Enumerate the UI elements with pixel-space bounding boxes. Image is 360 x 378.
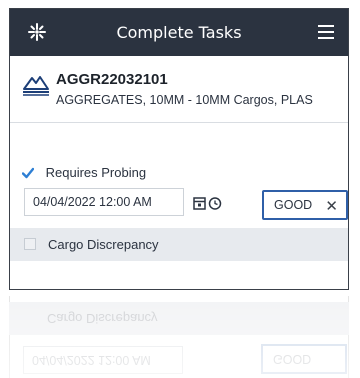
mountain-icon: [23, 76, 49, 96]
probe-datetime-input[interactable]: 04/04/2022 12:00 AM: [24, 188, 184, 216]
reflection-datetime: 04/04/2022 12:00 AM: [23, 346, 183, 374]
cargo-discrepancy-label: Cargo Discrepancy: [48, 237, 159, 252]
reflection-result: GOOD: [261, 344, 347, 374]
close-icon[interactable]: ✕: [325, 197, 338, 215]
clock-icon: [208, 197, 222, 210]
cargo-discrepancy-checkbox[interactable]: [24, 238, 36, 250]
datetime-picker-icons[interactable]: [193, 195, 229, 211]
complete-tasks-panel: Complete Tasks AGGR22032101 AGGREGATES, …: [9, 8, 349, 290]
panel-reflection: Cargo Discrepancy 04/04/2022 12:00 AM GO…: [9, 296, 349, 378]
item-code: AGGR22032101: [56, 71, 168, 88]
checkmark-icon[interactable]: [22, 167, 34, 179]
page-title: Complete Tasks: [116, 23, 242, 42]
probe-result-value: GOOD: [274, 198, 313, 212]
item-description: AGGREGATES, 10MM - 10MM Cargos, PLAS: [56, 93, 313, 107]
reflection-cargo-label: Cargo Discrepancy: [47, 311, 158, 326]
cargo-discrepancy-row[interactable]: Cargo Discrepancy: [10, 228, 348, 261]
item-info: AGGR22032101 AGGREGATES, 10MM - 10MM Car…: [10, 56, 348, 123]
header-bar: Complete Tasks: [10, 9, 348, 56]
reflection-cargo-row: Cargo Discrepancy: [9, 302, 349, 335]
probe-result-input[interactable]: GOOD ✕: [262, 190, 348, 220]
calendar-icon: [193, 197, 206, 210]
requires-probing-row[interactable]: Requires Probing: [22, 165, 146, 185]
requires-probing-label: Requires Probing: [45, 165, 147, 180]
hamburger-menu-icon[interactable]: [318, 25, 334, 39]
